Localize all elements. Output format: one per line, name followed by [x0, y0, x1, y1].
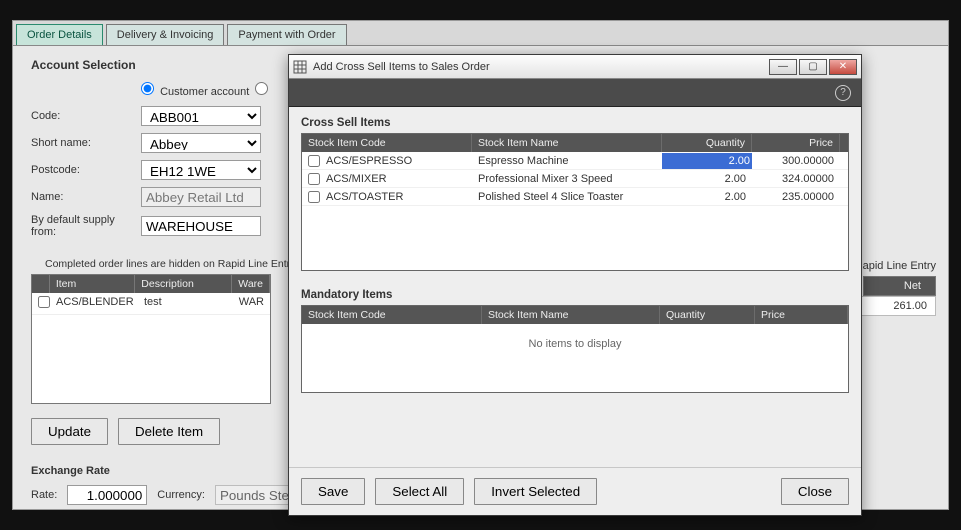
col-net: Net	[863, 276, 936, 296]
cross-sell-grid: Stock Item Code Stock Item Name Quantity…	[301, 133, 849, 271]
default-supply-field[interactable]	[141, 216, 261, 236]
tab-payment-with-order[interactable]: Payment with Order	[227, 24, 346, 45]
dialog-titlebar[interactable]: Add Cross Sell Items to Sales Order — ▢ …	[289, 55, 861, 79]
cell-item: ACS/BLENDER	[50, 293, 138, 314]
radio-customer-label: Customer account	[160, 86, 249, 98]
label-rate: Rate:	[31, 489, 57, 501]
cross-sell-title: Cross Sell Items	[301, 117, 849, 129]
cell-code: ACS/MIXER	[326, 173, 387, 185]
dialog-toolbar: ?	[289, 79, 861, 107]
close-button[interactable]: Close	[781, 478, 849, 505]
col-item[interactable]: Item	[50, 275, 135, 293]
name-field	[141, 187, 261, 207]
row-check[interactable]	[308, 173, 320, 185]
help-icon[interactable]: ?	[835, 85, 851, 101]
label-name: Name:	[31, 191, 141, 203]
tab-order-details[interactable]: Order Details	[16, 24, 103, 45]
tab-delivery-invoicing[interactable]: Delivery & Invoicing	[106, 24, 225, 45]
label-default-supply: By default supply from:	[31, 214, 141, 238]
minimize-button[interactable]: —	[769, 59, 797, 75]
radio-other[interactable]	[255, 82, 271, 98]
close-window-button[interactable]: ✕	[829, 59, 857, 75]
col-quantity[interactable]: Quantity	[662, 134, 752, 152]
mandatory-title: Mandatory Items	[301, 289, 849, 301]
row-check[interactable]	[38, 296, 50, 308]
cell-quantity[interactable]: 2.00	[662, 171, 752, 187]
dialog-grid-icon	[293, 60, 307, 74]
table-row[interactable]: ACS/ESPRESSO Espresso Machine2.00300.0000…	[302, 152, 848, 170]
col-check	[32, 275, 50, 293]
col-stock-name[interactable]: Stock Item Name	[482, 306, 660, 324]
label-postcode: Postcode:	[31, 164, 141, 176]
cell-quantity[interactable]: 2.00	[662, 189, 752, 205]
table-row[interactable]: ACS/MIXER Professional Mixer 3 Speed2.003…	[302, 170, 848, 188]
col-price[interactable]: Price	[752, 134, 840, 152]
main-window: Order Details Delivery & Invoicing Payme…	[12, 20, 949, 510]
mandatory-empty-text: No items to display	[302, 324, 848, 364]
cell-description: test	[138, 293, 233, 314]
table-row[interactable]: ACS/TOASTER Polished Steel 4 Slice Toaste…	[302, 188, 848, 206]
rapid-label: Rapid Line Entry	[855, 260, 936, 272]
col-quantity[interactable]: Quantity	[660, 306, 755, 324]
code-select[interactable]: ABB001	[141, 106, 261, 126]
col-stock-name[interactable]: Stock Item Name	[472, 134, 662, 152]
rate-input[interactable]	[67, 485, 147, 505]
cell-code: ACS/ESPRESSO	[326, 155, 412, 167]
row-check[interactable]	[308, 191, 320, 203]
radio-other-input[interactable]	[255, 82, 268, 95]
cell-quantity[interactable]: 2.00	[662, 153, 752, 169]
table-row[interactable]: ACS/BLENDER test WAR	[32, 293, 270, 315]
maximize-button[interactable]: ▢	[799, 59, 827, 75]
label-code: Code:	[31, 110, 141, 122]
short-name-select[interactable]: Abbey	[141, 133, 261, 153]
update-button[interactable]: Update	[31, 418, 108, 445]
postcode-select[interactable]: EH12 1WE	[141, 160, 261, 180]
delete-item-button[interactable]: Delete Item	[118, 418, 220, 445]
invert-selected-button[interactable]: Invert Selected	[474, 478, 597, 505]
label-currency: Currency:	[157, 489, 205, 501]
cell-name: Polished Steel 4 Slice Toaster	[472, 189, 662, 205]
order-lines-grid: Item Description Ware ACS/BLENDER test W…	[31, 274, 271, 404]
cell-price: 235.00000	[752, 189, 840, 205]
cross-sell-dialog: Add Cross Sell Items to Sales Order — ▢ …	[288, 54, 862, 516]
row-check[interactable]	[308, 155, 320, 167]
col-stock-code[interactable]: Stock Item Code	[302, 134, 472, 152]
dialog-title: Add Cross Sell Items to Sales Order	[313, 61, 490, 73]
dialog-footer: Save Select All Invert Selected Close	[289, 467, 861, 515]
col-description[interactable]: Description	[135, 275, 232, 293]
cell-price: 324.00000	[752, 171, 840, 187]
col-stock-code[interactable]: Stock Item Code	[302, 306, 482, 324]
mandatory-grid: Stock Item Code Stock Item Name Quantity…	[301, 305, 849, 393]
save-button[interactable]: Save	[301, 478, 365, 505]
cell-name: Professional Mixer 3 Speed	[472, 171, 662, 187]
cell-warehouse: WAR	[233, 293, 270, 314]
cell-name: Espresso Machine	[472, 153, 662, 169]
col-price[interactable]: Price	[755, 306, 848, 324]
select-all-button[interactable]: Select All	[375, 478, 464, 505]
radio-customer-account-input[interactable]	[141, 82, 154, 95]
cell-price: 300.00000	[752, 153, 840, 169]
radio-customer-account[interactable]: Customer account	[141, 82, 249, 98]
label-short-name: Short name:	[31, 137, 141, 149]
cell-code: ACS/TOASTER	[326, 191, 403, 203]
dialog-body: Cross Sell Items Stock Item Code Stock I…	[289, 107, 861, 403]
tabbar: Order Details Delivery & Invoicing Payme…	[13, 21, 948, 46]
col-warehouse[interactable]: Ware	[232, 275, 270, 293]
